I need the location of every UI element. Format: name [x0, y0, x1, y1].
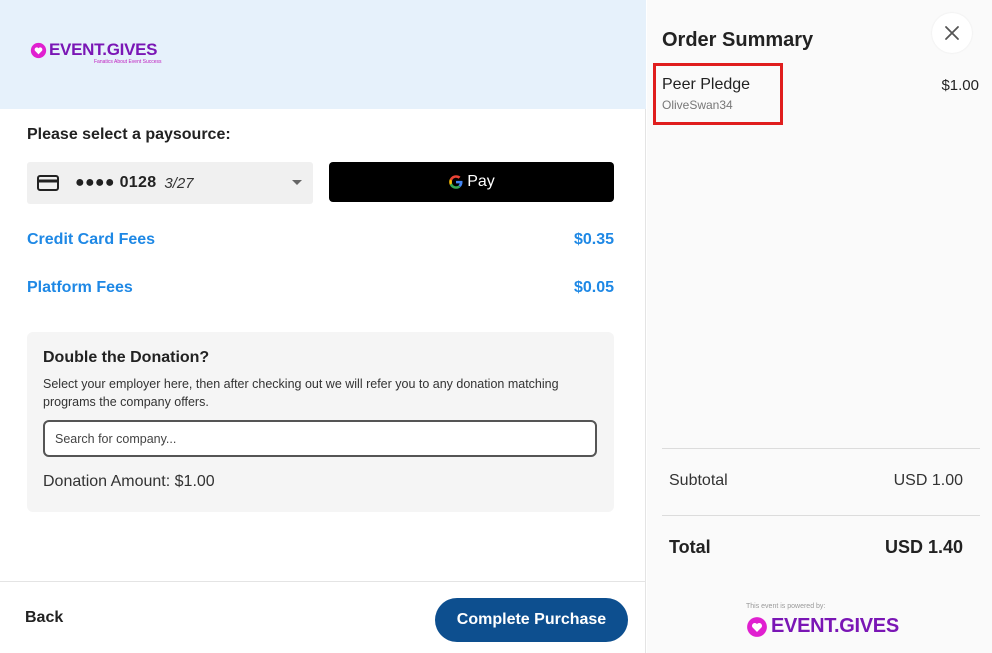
- item-subtitle: OliveSwan34: [662, 98, 733, 112]
- logo-tagline: Fanatics About Event Success: [94, 59, 162, 65]
- google-pay-button[interactable]: Pay: [329, 162, 614, 202]
- footer-divider: [0, 581, 646, 582]
- summary-divider: [662, 448, 980, 449]
- platform-fees-label: Platform Fees: [27, 279, 133, 296]
- card-select[interactable]: ●●●● 0128 3/27: [27, 162, 313, 204]
- back-button[interactable]: Back: [25, 609, 63, 627]
- item-price: $1.00: [941, 77, 979, 94]
- credit-card-fees-value: $0.35: [573, 231, 614, 248]
- double-donation-box: Double the Donation? Select your employe…: [27, 332, 614, 512]
- subtotal-row: Subtotal USD 1.00: [669, 472, 963, 490]
- heart-logo-icon: [747, 616, 767, 637]
- event-gives-logo: EVENT.GIVES Fanatics About Event Success: [30, 40, 162, 65]
- company-search-input[interactable]: [43, 420, 597, 457]
- order-summary-title: Order Summary: [662, 29, 814, 51]
- heart-logo-icon: [30, 42, 47, 58]
- google-g-icon: [449, 175, 463, 189]
- total-value: USD 1.40: [884, 537, 963, 557]
- close-button[interactable]: [932, 13, 972, 53]
- caret-down-icon: [292, 180, 302, 185]
- google-pay-label: Pay: [467, 173, 495, 190]
- donation-title: Double the Donation?: [43, 349, 210, 366]
- powered-by-text: This event is powered by:: [746, 603, 826, 610]
- paysource-label: Please select a paysource:: [27, 126, 231, 143]
- logo-text: EVENT.GIVES: [49, 40, 158, 59]
- summary-divider: [662, 515, 980, 516]
- platform-fees-row: Platform Fees $0.05: [27, 279, 614, 297]
- checkout-panel: EVENT.GIVES Fanatics About Event Success…: [0, 0, 646, 653]
- card-number: ●●●● 0128: [75, 174, 157, 191]
- item-name: Peer Pledge: [662, 76, 751, 93]
- close-icon: [945, 26, 959, 40]
- credit-card-fees-label: Credit Card Fees: [27, 231, 156, 248]
- credit-card-icon: [37, 175, 59, 191]
- card-expiry: 3/27: [164, 174, 194, 192]
- donation-description: Select your employer here, then after ch…: [43, 377, 559, 409]
- subtotal-value: USD 1.00: [893, 472, 963, 489]
- order-item: Peer Pledge OliveSwan34: [653, 63, 783, 125]
- total-label: Total: [669, 537, 711, 557]
- donation-amount: Donation Amount: $1.00: [43, 473, 215, 490]
- platform-fees-value: $0.05: [573, 279, 614, 296]
- total-row: Total USD 1.40: [669, 537, 963, 558]
- footer-brand-text: EVENT.GIVES: [771, 615, 899, 637]
- order-summary-panel: Order Summary Peer Pledge OliveSwan34 $1…: [647, 0, 992, 653]
- header: EVENT.GIVES Fanatics About Event Success: [0, 0, 646, 109]
- subtotal-label: Subtotal: [669, 472, 728, 489]
- credit-card-fees-row: Credit Card Fees $0.35: [27, 231, 614, 249]
- footer-brand-logo: EVENT.GIVES: [746, 615, 899, 638]
- complete-purchase-button[interactable]: Complete Purchase: [435, 598, 628, 642]
